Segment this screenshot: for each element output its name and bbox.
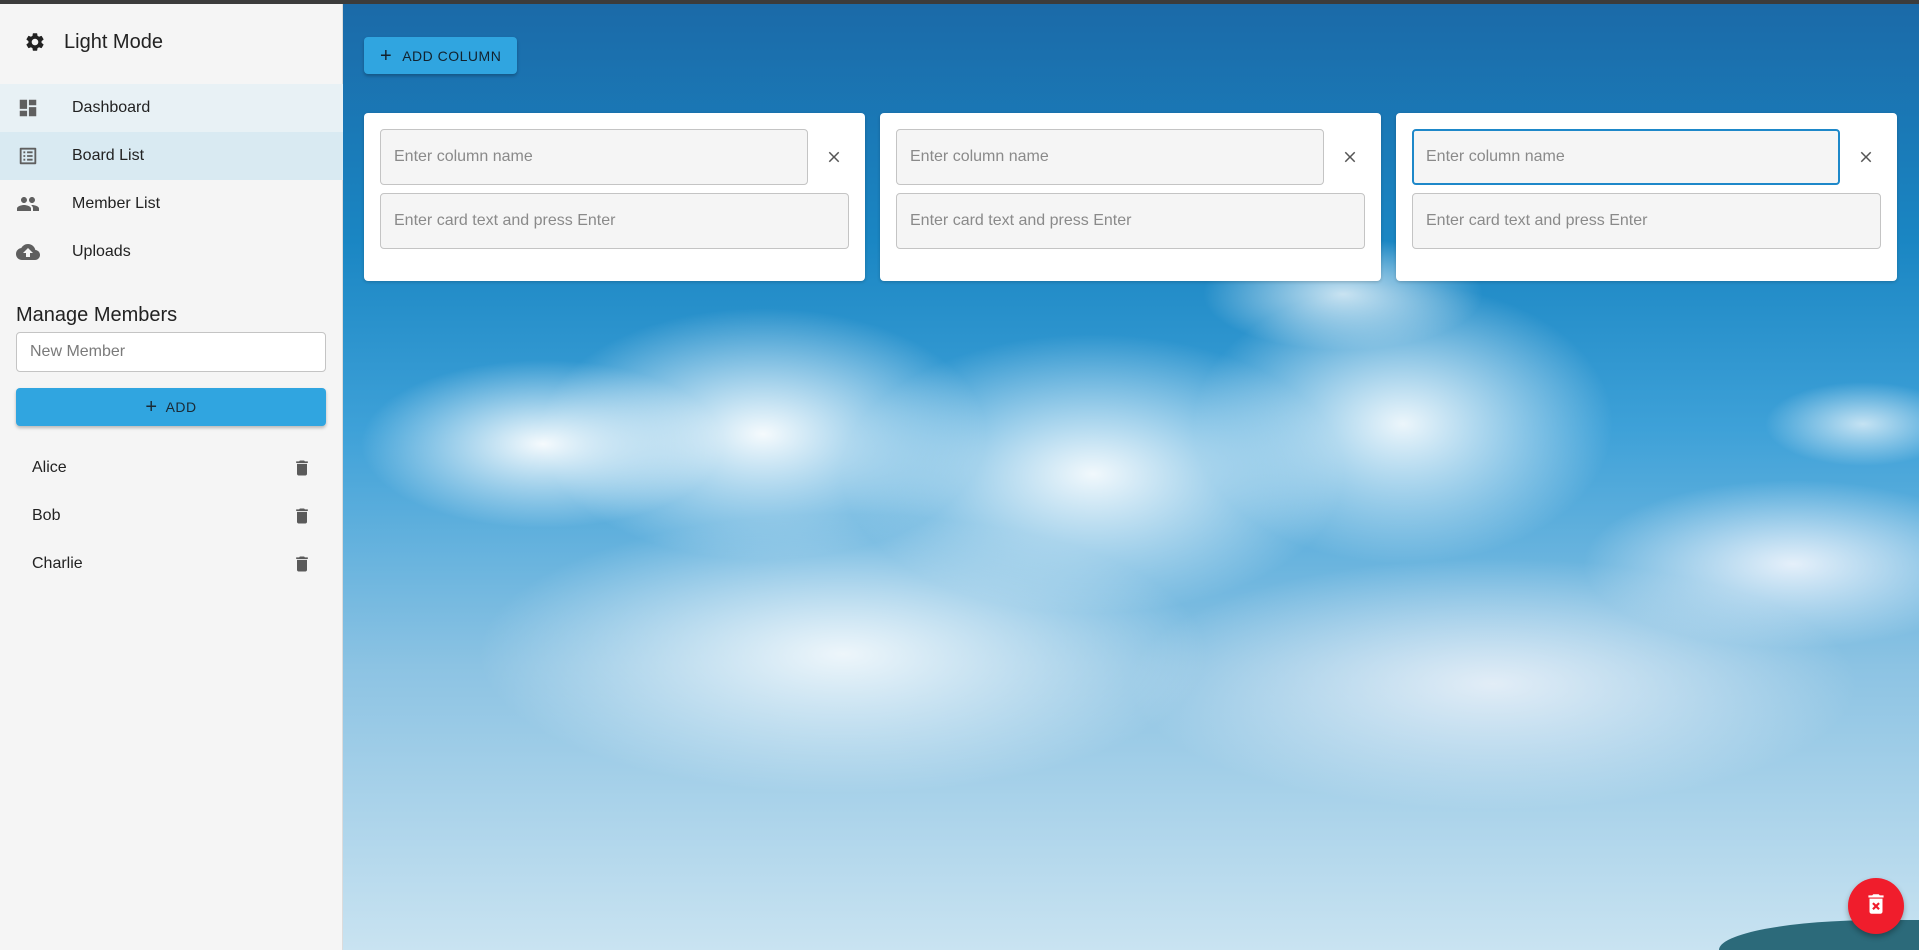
plus-icon: +: [380, 44, 393, 67]
delete-icon[interactable]: [290, 456, 314, 480]
card-text-input[interactable]: [896, 193, 1365, 249]
close-icon[interactable]: [1850, 141, 1882, 173]
list-item: Charlie: [16, 540, 326, 588]
nav-item-label: Uploads: [72, 243, 131, 260]
member-list: Alice Bob Charlie: [16, 444, 326, 588]
delete-icon[interactable]: [290, 504, 314, 528]
card-text-input[interactable]: [380, 193, 849, 249]
board-column: [364, 113, 865, 281]
nav-item-uploads[interactable]: Uploads: [0, 228, 343, 276]
add-column-button[interactable]: + ADD COLUMN: [364, 37, 518, 74]
new-member-input[interactable]: [16, 332, 326, 372]
nav-item-dashboard[interactable]: Dashboard: [0, 84, 343, 132]
cloud-upload-icon: [15, 239, 41, 265]
main-nav: Dashboard Board List Member List Uploads: [0, 84, 343, 276]
member-name: Bob: [32, 507, 61, 524]
close-icon[interactable]: [818, 141, 850, 173]
add-member-button[interactable]: + ADD: [16, 388, 326, 426]
member-name: Charlie: [32, 555, 83, 572]
list-alt-icon: [15, 143, 41, 169]
delete-all-fab[interactable]: [1848, 878, 1904, 934]
close-icon[interactable]: [1334, 141, 1366, 173]
add-column-button-label: ADD COLUMN: [402, 47, 502, 64]
theme-toggle-label: Light Mode: [64, 30, 163, 53]
board-column: [880, 113, 1381, 281]
manage-members-title: Manage Members: [16, 304, 178, 326]
nav-item-label: Member List: [72, 195, 161, 212]
nav-item-board-list[interactable]: Board List: [0, 132, 343, 180]
people-icon: [15, 191, 41, 217]
card-text-input[interactable]: [1412, 193, 1881, 249]
nav-item-member-list[interactable]: Member List: [0, 180, 343, 228]
nav-item-label: Board List: [72, 147, 145, 164]
delete-forever-icon: [1863, 891, 1889, 922]
member-name: Alice: [32, 459, 67, 476]
column-name-input[interactable]: [1412, 129, 1840, 185]
column-name-input[interactable]: [896, 129, 1324, 185]
list-item: Bob: [16, 492, 326, 540]
gear-icon: [22, 29, 48, 55]
delete-icon[interactable]: [290, 552, 314, 576]
nav-item-label: Dashboard: [72, 99, 151, 116]
board-column: [1396, 113, 1897, 281]
theme-toggle[interactable]: Light Mode: [0, 4, 343, 80]
add-member-button-label: ADD: [165, 399, 197, 415]
dashboard-icon: [15, 95, 41, 121]
sidebar: Light Mode Dashboard Board List Member L…: [0, 4, 343, 950]
column-name-input[interactable]: [380, 129, 808, 185]
board-area: + ADD COLUMN: [343, 4, 1919, 950]
list-item: Alice: [16, 444, 326, 492]
plus-icon: +: [145, 396, 158, 418]
